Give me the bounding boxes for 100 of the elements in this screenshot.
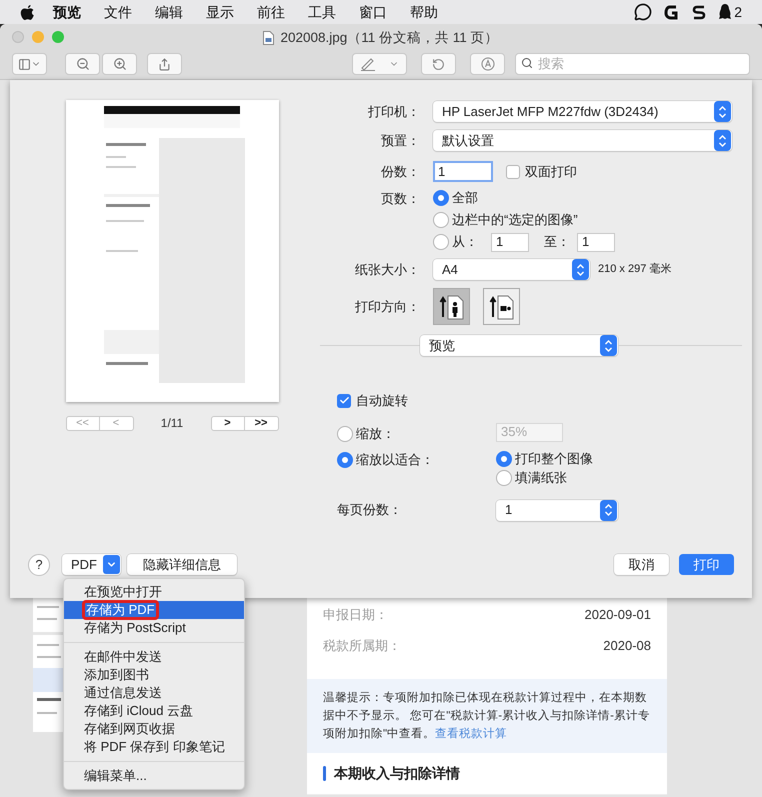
section-title: 本期收入与扣除详情 bbox=[334, 764, 460, 783]
radio-button[interactable] bbox=[496, 450, 512, 466]
menu-item[interactable]: 文件 bbox=[104, 2, 132, 22]
radio-button[interactable] bbox=[433, 212, 449, 228]
row-value: 2020-08 bbox=[603, 636, 651, 655]
radio-label: 缩放以适合： bbox=[356, 450, 434, 469]
penguin-icon[interactable] bbox=[718, 3, 732, 21]
pages-per-sheet-dropdown[interactable]: 1 bbox=[496, 500, 618, 520]
from-page-field[interactable]: 1 bbox=[491, 232, 529, 252]
app-s-icon[interactable] bbox=[692, 4, 706, 20]
page-nav-button[interactable]: >> bbox=[244, 416, 278, 430]
share-button[interactable] bbox=[147, 53, 182, 75]
radio-label: 全部 bbox=[452, 189, 478, 208]
page-indicator: 1/11 bbox=[160, 415, 184, 432]
orientation-button[interactable] bbox=[433, 288, 470, 325]
radio-button[interactable] bbox=[337, 452, 353, 468]
sidebar-button[interactable] bbox=[12, 53, 47, 75]
circled-a-icon bbox=[480, 57, 494, 71]
help-button[interactable]: ? bbox=[28, 554, 50, 576]
field-label: 打印方向： bbox=[354, 298, 420, 316]
radio-label: 填满纸张 bbox=[515, 468, 567, 487]
paper-size-dropdown[interactable]: A4 bbox=[433, 259, 590, 280]
radio-label: 边栏中的“选定的图像” bbox=[452, 211, 578, 230]
radio-button[interactable] bbox=[433, 190, 449, 206]
orientation-button[interactable] bbox=[483, 288, 520, 325]
menu-item[interactable]: 显示 bbox=[206, 2, 234, 22]
preset-dropdown[interactable]: 默认设置 bbox=[433, 130, 732, 151]
menu-item[interactable]: 前往 bbox=[257, 2, 285, 22]
to-page-field[interactable]: 1 bbox=[577, 232, 615, 252]
row-value: 2020-09-01 bbox=[584, 606, 651, 624]
window-title: 202008.jpg（11 份文稿，共 11 页） bbox=[280, 29, 499, 47]
search-field[interactable]: 搜索 bbox=[515, 52, 750, 74]
stepper-icon bbox=[714, 101, 731, 122]
rotate-icon bbox=[432, 58, 445, 70]
menu-item[interactable]: 在邮件中发送 bbox=[64, 648, 244, 666]
stepper-icon bbox=[600, 335, 617, 356]
chat-icon[interactable] bbox=[634, 3, 652, 21]
printer-dropdown[interactable]: HP LaserJet MFP M227fdw (3D2434) bbox=[433, 101, 732, 122]
zoom-in-button[interactable] bbox=[102, 53, 137, 75]
paper-dimensions: 210 x 297 毫米 bbox=[598, 262, 672, 278]
field-label: 份数： bbox=[380, 162, 420, 181]
radio-button[interactable] bbox=[337, 426, 353, 442]
radio-label: 从： bbox=[452, 233, 478, 252]
pdf-menu-button[interactable]: PDF bbox=[62, 554, 121, 575]
field-label: 打印机： bbox=[367, 102, 420, 121]
apple-icon[interactable] bbox=[20, 4, 35, 20]
search-icon bbox=[521, 57, 533, 69]
app-g-icon[interactable] bbox=[664, 4, 680, 20]
notice-text: 温馨提示：专项附加扣除已体现在税款计算过程中，在本期数据中不予显示。 您可在"税款计算-累计收入与扣除详情-累计专项附加扣除"中查看。查看税款计算 bbox=[323, 690, 651, 742]
radio-button[interactable] bbox=[496, 470, 512, 486]
checkbox[interactable] bbox=[337, 394, 351, 408]
menu-item[interactable]: 存储到 iCloud 云盘 bbox=[64, 702, 244, 720]
section-dropdown[interactable]: 预览 bbox=[420, 335, 618, 356]
checkbox-label: 双面打印 bbox=[525, 162, 577, 181]
radio-button[interactable] bbox=[433, 234, 449, 250]
stepper-icon bbox=[572, 259, 589, 280]
menu-item[interactable]: 存储为 PDF bbox=[64, 601, 244, 619]
section-marker bbox=[323, 766, 326, 781]
markup-button[interactable] bbox=[352, 53, 407, 75]
menu-item[interactable]: 编辑菜单... bbox=[64, 767, 244, 785]
print-button[interactable]: 打印 bbox=[679, 554, 734, 575]
portrait-orientation-icon bbox=[438, 292, 464, 320]
row-label: 申报日期： bbox=[323, 606, 388, 624]
menu-item[interactable]: 将 PDF 保存到 印象笔记 bbox=[64, 738, 244, 756]
menu-item[interactable]: 存储到网页收据 bbox=[64, 720, 244, 738]
field-label: 页数： bbox=[380, 190, 420, 208]
menu-item[interactable]: 预览 bbox=[53, 2, 81, 22]
radio-label: 打印整个图像 bbox=[515, 450, 593, 468]
radio-label: 缩放： bbox=[356, 424, 395, 443]
menu-item[interactable]: 添加到图书 bbox=[64, 666, 244, 684]
checkmark-icon bbox=[338, 395, 350, 406]
field-label: 至： bbox=[544, 233, 570, 252]
cancel-button[interactable]: 取消 bbox=[614, 554, 669, 575]
annotate-button[interactable] bbox=[470, 53, 505, 75]
field-label: 预置： bbox=[380, 132, 420, 150]
row-label: 税款所属期： bbox=[323, 636, 401, 655]
stepper-icon bbox=[714, 130, 731, 151]
menu-item[interactable]: 在预览中打开 bbox=[64, 583, 244, 601]
notification-count: 2 bbox=[734, 2, 742, 22]
menu-item[interactable]: 存储为 PostScript bbox=[64, 619, 244, 637]
copies-field[interactable]: 1 bbox=[433, 161, 493, 182]
zoom-in-icon bbox=[112, 57, 126, 71]
menu-item[interactable]: 帮助 bbox=[410, 2, 438, 22]
checkbox-label: 自动旋转 bbox=[356, 392, 408, 410]
image-file-icon bbox=[263, 31, 274, 46]
checkbox[interactable] bbox=[506, 164, 520, 178]
hide-details-button[interactable]: 隐藏详细信息 bbox=[127, 554, 237, 575]
landscape-orientation-icon bbox=[488, 292, 514, 320]
menu-item[interactable]: 通过信息发送 bbox=[64, 684, 244, 702]
zoom-out-button[interactable] bbox=[65, 53, 100, 75]
share-icon bbox=[158, 58, 171, 70]
menu-item[interactable]: 工具 bbox=[308, 2, 336, 22]
zoom-out-icon bbox=[76, 57, 90, 71]
field-label: 每页份数： bbox=[337, 501, 403, 520]
menu-item[interactable]: 窗口 bbox=[359, 2, 387, 22]
stepper-icon bbox=[600, 500, 617, 520]
page-nav-button[interactable]: > bbox=[212, 416, 244, 430]
rotate-button[interactable] bbox=[421, 53, 456, 75]
pen-icon bbox=[360, 57, 376, 71]
menu-item[interactable]: 编辑 bbox=[155, 2, 183, 22]
